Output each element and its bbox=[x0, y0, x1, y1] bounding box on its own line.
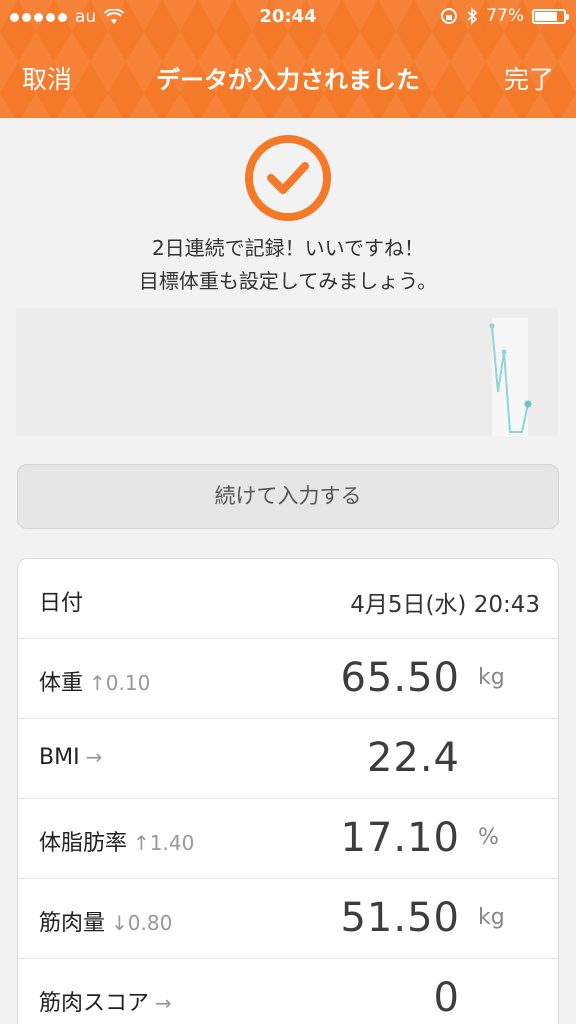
bmi-label: BMI bbox=[39, 745, 80, 770]
battery-percent: 77% bbox=[486, 6, 524, 26]
muscle-score-delta: → bbox=[155, 991, 172, 1015]
muscle-unit: kg bbox=[478, 905, 505, 930]
weight-value: 65.50 bbox=[340, 655, 460, 701]
row-bmi[interactable]: BMI → 22.4 bbox=[18, 719, 558, 799]
message-line-1: 2日連続で記録！いいですね！ bbox=[151, 236, 425, 260]
bodyfat-delta: ↑1.40 bbox=[133, 831, 195, 855]
done-button[interactable]: 完了 bbox=[504, 60, 554, 96]
row-date[interactable]: 日付 4月5日(水) 20:43 bbox=[18, 559, 558, 639]
bmi-value: 22.4 bbox=[366, 735, 460, 781]
muscle-label: 筋肉量 bbox=[39, 911, 106, 936]
date-value: 4月5日(水) 20:43 bbox=[350, 592, 540, 618]
bmi-delta: → bbox=[85, 745, 103, 769]
battery-icon bbox=[532, 8, 569, 24]
status-bar: au 20:44 77% bbox=[0, 0, 576, 36]
measurement-table: 日付 4月5日(水) 20:43 体重 ↑0.10 65.50 kg BMI → 2… bbox=[17, 558, 559, 1024]
date-label: 日付 bbox=[39, 591, 84, 616]
bluetooth-icon bbox=[467, 7, 478, 25]
row-bodyfat[interactable]: 体脂肪率 ↑1.40 17.10 % bbox=[18, 799, 558, 879]
continue-input-button[interactable]: 続けて入力する bbox=[17, 464, 559, 529]
weight-unit: kg bbox=[478, 665, 505, 690]
nav-bar: 取消 データが入力されました 完了 bbox=[0, 50, 576, 106]
success-message: 2日連続で記録！いいですね！ 目標体重も設定してみましょう。 bbox=[0, 232, 576, 298]
rotation-lock-icon bbox=[441, 8, 458, 24]
weight-sparkline bbox=[16, 308, 558, 436]
muscle-delta: ↓0.80 bbox=[111, 911, 173, 935]
checkmark-circle-icon bbox=[245, 135, 331, 221]
muscle-score-value: 0 bbox=[433, 975, 460, 1021]
row-muscle-score[interactable]: 筋肉スコア → 0 bbox=[18, 959, 558, 1024]
weight-label: 体重 bbox=[39, 671, 84, 696]
muscle-value: 51.50 bbox=[340, 895, 460, 941]
bodyfat-value: 17.10 bbox=[340, 815, 460, 861]
bodyfat-unit: % bbox=[478, 825, 499, 850]
bodyfat-label: 体脂肪率 bbox=[39, 831, 128, 856]
weight-delta: ↑0.10 bbox=[89, 671, 151, 695]
row-weight[interactable]: 体重 ↑0.10 65.50 kg bbox=[18, 639, 558, 719]
page-title: データが入力されました bbox=[156, 66, 420, 94]
muscle-score-label: 筋肉スコア bbox=[39, 991, 150, 1016]
header-bar: au 20:44 77% 取消 データが入力されました 完了 bbox=[0, 0, 576, 118]
row-muscle[interactable]: 筋肉量 ↓0.80 51.50 kg bbox=[18, 879, 558, 959]
message-line-2: 目標体重も設定してみましょう。 bbox=[138, 269, 438, 293]
